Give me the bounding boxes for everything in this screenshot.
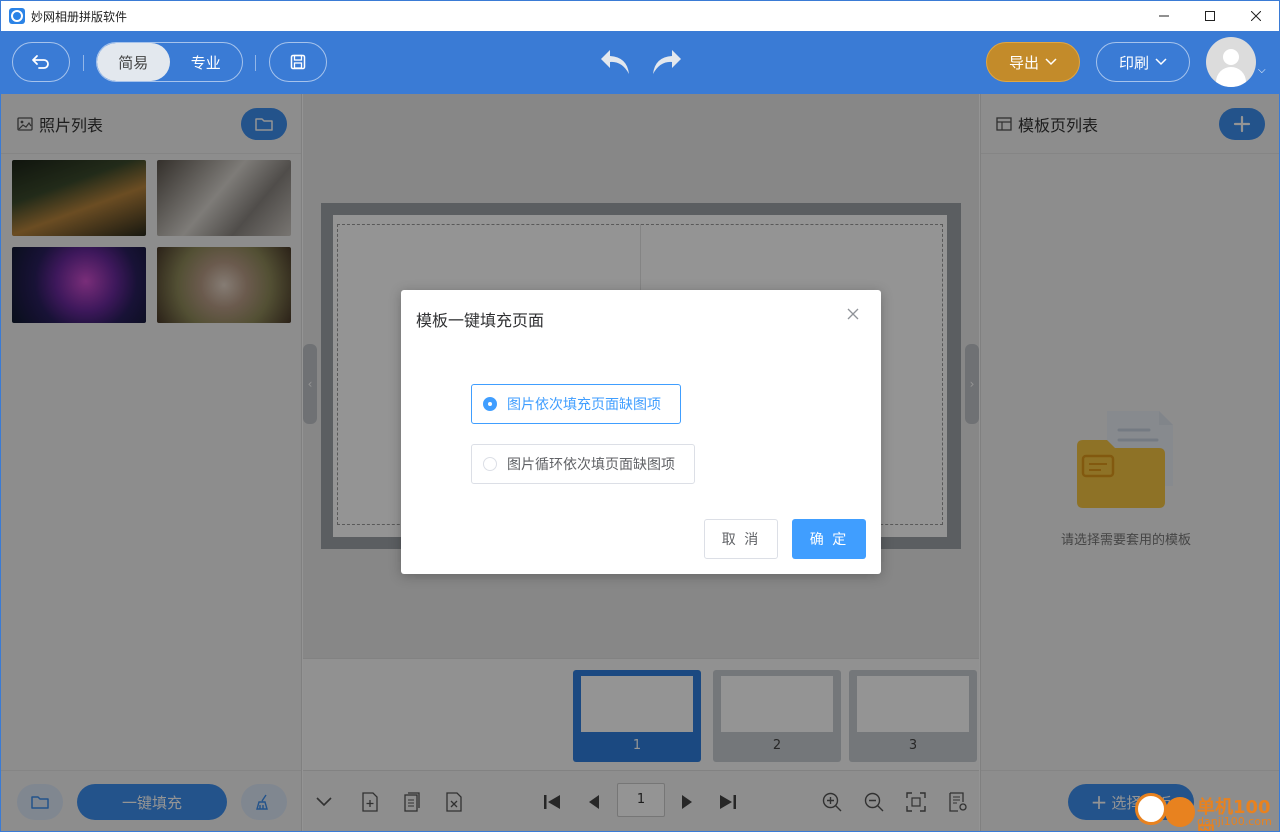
watermark: 单机100网 danji100.com [1135,789,1279,831]
minimize-icon[interactable] [1141,1,1187,31]
mode-simple-tab[interactable]: 简易 [97,43,170,81]
undo-icon[interactable] [598,47,632,77]
save-icon [290,54,306,70]
chevron-down-icon [1155,58,1167,66]
undo-arrow-icon [32,55,49,69]
radio-button[interactable] [483,457,497,471]
fill-dialog: 模板一键填充页面 图片依次填充页面缺图项 图片循环依次填页面缺图项 取 消 确 … [401,290,881,574]
dialog-title: 模板一键填充页面 [416,311,545,330]
window-title: 妙网相册拼版软件 [31,9,128,24]
confirm-button[interactable]: 确 定 [792,519,866,559]
close-icon[interactable] [1233,1,1279,31]
main-toolbar: 简易 专业 导出 印刷 ⌵ [1,31,1279,94]
avatar-body [1216,67,1246,87]
cancel-button[interactable]: 取 消 [704,519,778,559]
toolbar-divider [255,55,256,71]
save-button[interactable] [269,42,327,82]
app-window: 妙网相册拼版软件 简易 专业 导出 印刷 ⌵ 照片列表 一键填充 ‹ › 1 2… [0,0,1280,832]
print-label: 印刷 [1118,53,1149,72]
export-button[interactable]: 导出 [986,42,1080,82]
close-icon[interactable] [845,307,861,323]
redo-icon[interactable] [650,47,684,77]
radio-label: 图片依次填充页面缺图项 [507,397,661,413]
radio-loop-fill[interactable]: 图片循环依次填页面缺图项 [471,444,695,484]
print-button[interactable]: 印刷 [1096,42,1190,82]
toolbar-divider [83,55,84,71]
mode-switch: 简易 专业 [96,42,243,82]
radio-label: 图片循环依次填页面缺图项 [507,457,675,473]
back-button[interactable] [12,42,70,82]
title-bar: 妙网相册拼版软件 [1,1,1279,31]
radio-sequential-fill[interactable]: 图片依次填充页面缺图项 [471,384,681,424]
maximize-icon[interactable] [1187,1,1233,31]
avatar-chevron-icon[interactable]: ⌵ [1258,65,1266,76]
chevron-down-icon [1045,58,1057,66]
radio-button[interactable] [483,397,497,411]
window-controls [1141,1,1279,31]
avatar-head [1223,49,1239,65]
export-label: 导出 [1008,53,1039,72]
watermark-logo [1165,797,1195,827]
avatar[interactable] [1206,37,1256,87]
app-logo-icon [9,8,25,24]
mode-pro-tab[interactable]: 专业 [170,43,243,81]
watermark-url: danji100.com [1197,815,1272,828]
watermark-logo [1135,793,1167,825]
